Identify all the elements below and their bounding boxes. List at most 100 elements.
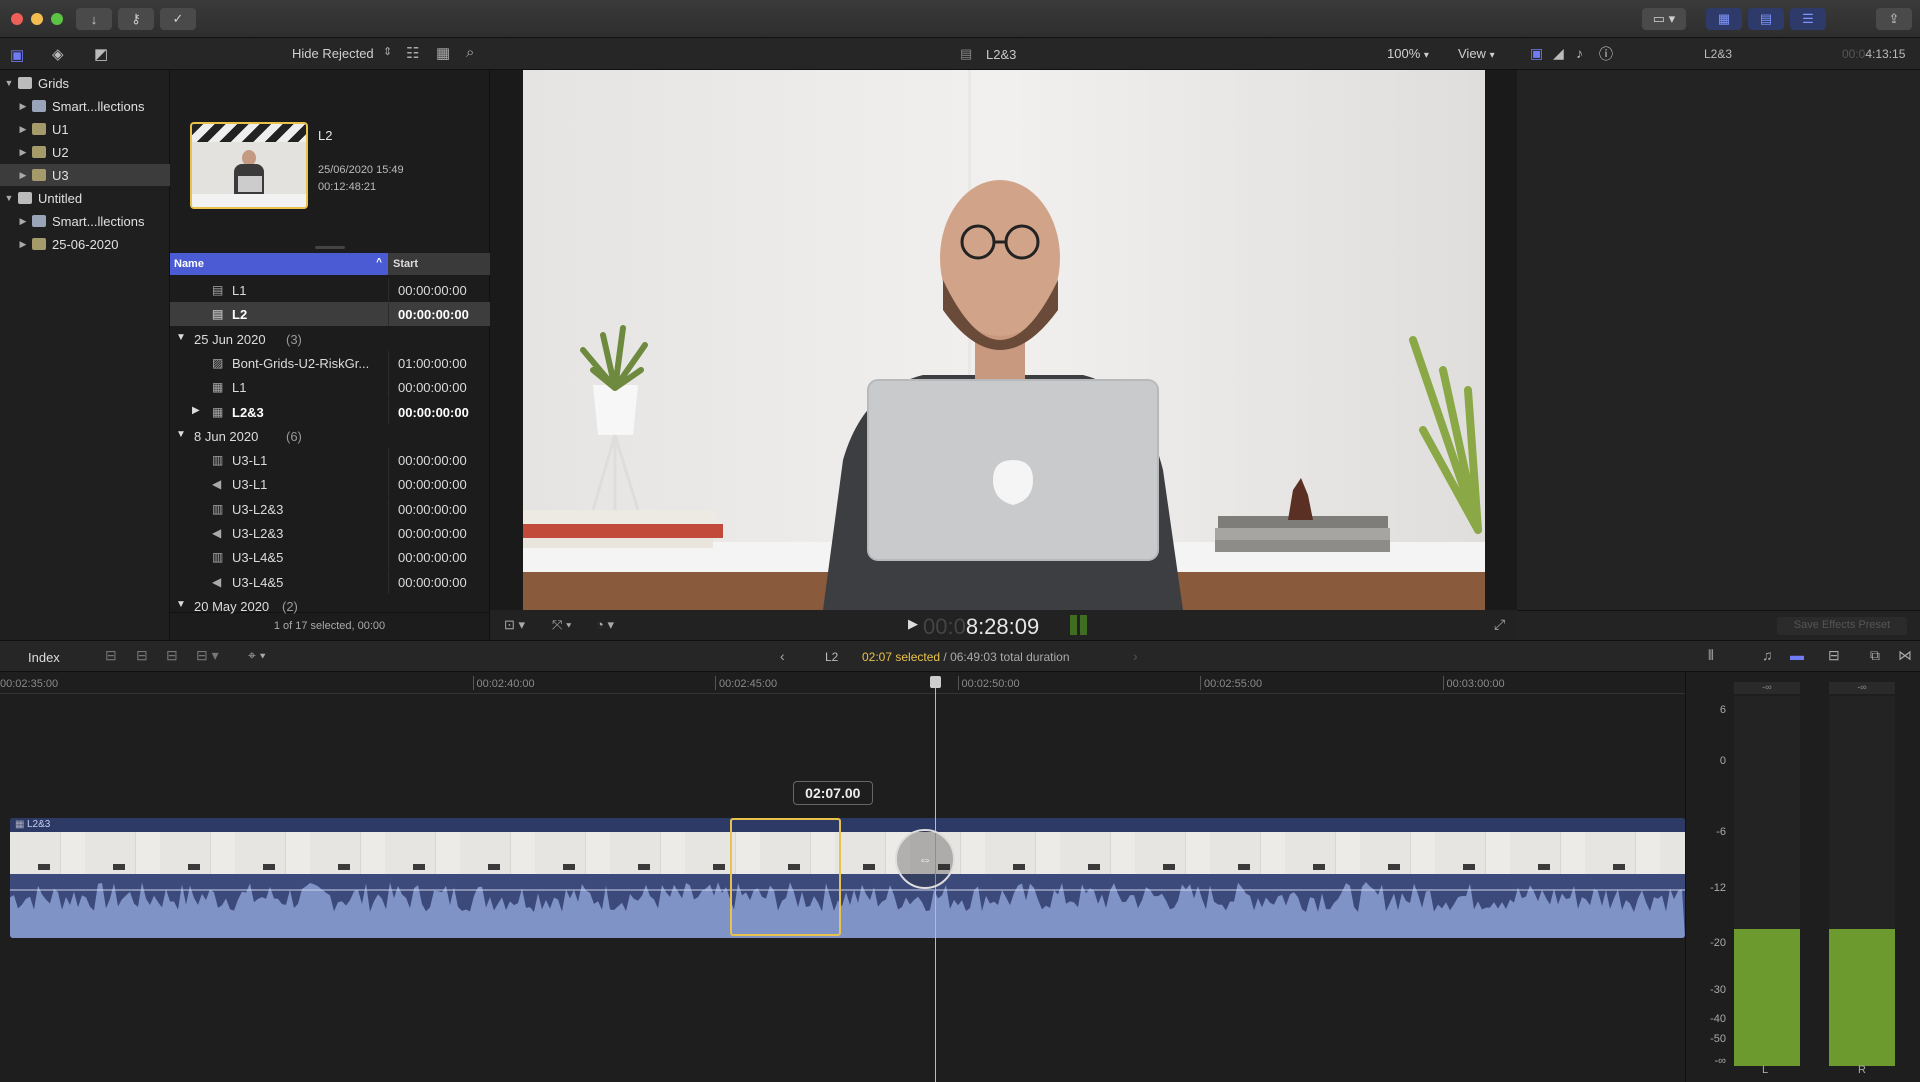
display-options-button[interactable]: ▭ ▾ [1642, 8, 1686, 30]
disclosure-triangle-icon[interactable]: ▶ [16, 239, 30, 250]
disclosure-triangle-icon[interactable]: ▼ [176, 599, 186, 610]
multicam-icon: ▦ [15, 819, 25, 830]
back-arrow-icon[interactable]: ‹ [780, 648, 785, 664]
audio-meter-mini-right [1080, 615, 1087, 635]
clapperboard-stripe [192, 124, 306, 142]
disclosure-triangle-icon[interactable]: ▼ [176, 332, 186, 343]
library-item[interactable]: ▼ Grids [0, 72, 170, 94]
browser-layout-button[interactable]: ▦ [1706, 8, 1742, 30]
audio-skimming-icon[interactable]: ♫ [1762, 647, 1773, 663]
disclosure-triangle-icon[interactable]: ▶ [16, 216, 30, 227]
keywords-button[interactable]: ⚷ [118, 8, 154, 30]
select-tool-icon[interactable]: ⌖ ▾ [248, 647, 266, 664]
library-item[interactable]: ▶ Smart...llections [0, 95, 170, 117]
table-row[interactable]: ◀ U3-L1 00:00:00:00 [170, 472, 490, 497]
libraries-icon[interactable]: ▣ [10, 46, 24, 64]
minimize-window-button[interactable] [31, 13, 43, 25]
clip-appearance-timeline-icon[interactable]: ⧉ [1870, 647, 1880, 664]
play-button[interactable]: ▶ [908, 616, 918, 632]
date-group-row[interactable]: ▼ 8 Jun 2020 (6) [170, 424, 490, 448]
clip-name: U3-L2&3 [232, 501, 284, 517]
viewer-title: L2&3 [986, 47, 1017, 62]
table-row[interactable]: ▥ U3-L4&5 00:00:00:00 [170, 545, 490, 570]
overwrite-clip-icon[interactable]: ⊟ ▾ [196, 647, 219, 664]
date-group-row[interactable]: ▼ 25 Jun 2020 (3) [170, 327, 490, 351]
event-star-icon [32, 146, 46, 158]
solo-icon[interactable]: ▬ [1790, 647, 1804, 663]
info-icon[interactable]: ⓘ [1599, 44, 1613, 64]
start-column-header[interactable]: Start [389, 253, 490, 275]
snapping-icon[interactable]: ⊟ [1828, 647, 1840, 664]
table-row[interactable]: ▶ ▦ L2&3 00:00:00:00 [170, 399, 490, 424]
disclosure-triangle-icon[interactable]: ▼ [176, 429, 186, 440]
table-row[interactable]: ▦ L1 00:00:00:00 [170, 375, 490, 400]
table-row[interactable]: ◀ U3-L2&3 00:00:00:00 [170, 521, 490, 545]
timeline-layout-icon: ▤ [1759, 11, 1773, 26]
titles-icon[interactable]: ◩ [94, 45, 108, 63]
timeline-layout-button[interactable]: ▤ [1748, 8, 1784, 30]
fullscreen-icon[interactable]: ⤢ [1494, 616, 1505, 633]
library-item[interactable]: ▶ U3 [0, 164, 170, 186]
filmstrip-icon[interactable]: ▦ [436, 44, 450, 62]
search-icon[interactable]: ⌕ [466, 44, 474, 61]
index-button[interactable]: Index [28, 650, 60, 665]
view-dropdown[interactable]: View ▾ [1458, 46, 1495, 61]
table-row[interactable]: ▤ L2 00:00:00:00 [170, 302, 490, 327]
skimming-icon[interactable]: ⫴ [1708, 647, 1714, 664]
clip-name: L1 [232, 283, 247, 298]
library-item[interactable]: ▶ U2 [0, 141, 170, 163]
clip-thumbnail[interactable] [190, 122, 308, 209]
audio-inspector-icon[interactable]: ♪ [1576, 45, 1583, 61]
disclosure-triangle-icon[interactable]: ▶ [192, 405, 200, 416]
retime-button[interactable]: ◔ ▾ [596, 617, 614, 633]
date-group-row[interactable]: ▼ 20 May 2020 (2) [170, 594, 490, 618]
save-effects-preset-button[interactable]: Save Effects Preset [1777, 617, 1907, 635]
range-selection[interactable] [730, 818, 841, 936]
photos-icon[interactable]: ◈ [52, 45, 64, 63]
library-item[interactable]: ▶ 25-06-2020 [0, 233, 170, 255]
effects-browser-icon[interactable]: ⋈ [1898, 647, 1912, 664]
library-item[interactable]: ▶ U1 [0, 118, 170, 140]
disclosure-triangle-icon[interactable]: ▶ [16, 170, 30, 181]
clip-appearance-icon[interactable]: ☷ [406, 44, 419, 62]
table-row[interactable]: ▨ Bont-Grids-U2-RiskGr... 01:00:00:00 [170, 350, 490, 375]
disclosure-triangle-icon[interactable]: ▶ [16, 101, 30, 112]
playhead-handle[interactable] [929, 676, 941, 688]
timeline-clip[interactable]: ▦ L2&3 [10, 818, 1685, 938]
clip-start: 00:00:00:00 [398, 574, 467, 590]
meter-scale-label: -20 [1710, 937, 1726, 949]
zoom-window-button[interactable] [51, 13, 63, 25]
table-row[interactable]: ▤ L1 00:00:00:00 [170, 278, 490, 302]
library-item[interactable]: ▶ Smart...llections [0, 210, 170, 232]
ruler-tick [1442, 676, 1444, 690]
transform-button[interactable]: ⤧ ▾ [552, 617, 571, 633]
disclosure-triangle-icon[interactable]: ▼ [2, 78, 16, 88]
name-column-header[interactable]: Name ^ [170, 253, 388, 275]
table-row[interactable]: ▥ U3-L1 00:00:00:00 [170, 448, 490, 473]
video-inspector-icon[interactable]: ▣ [1530, 45, 1543, 62]
viewer-options-button[interactable]: ⊡ ▾ [504, 617, 525, 633]
import-button[interactable]: ↓ [76, 8, 112, 30]
library-item-label: U1 [52, 121, 69, 137]
inspector-layout-button[interactable]: ☰ [1790, 8, 1826, 30]
disclosure-triangle-icon[interactable]: ▶ [16, 147, 30, 158]
disclosure-triangle-icon[interactable]: ▶ [16, 124, 30, 135]
table-row[interactable]: ▥ U3-L2&3 00:00:00:00 [170, 496, 490, 521]
event-star-icon [32, 238, 46, 250]
library-item[interactable]: ▼ Untitled [0, 187, 170, 209]
forward-arrow-icon[interactable]: › [1133, 648, 1138, 664]
splitter-handle[interactable] [315, 246, 345, 249]
insert-clip-icon[interactable]: ⊟ [136, 647, 148, 664]
hide-rejected-filter[interactable]: Hide Rejected [292, 46, 374, 61]
zoom-dropdown[interactable]: 100% ▾ [1387, 46, 1429, 61]
share-button[interactable]: ⇪ [1876, 8, 1912, 30]
timeline-ruler[interactable] [0, 672, 1685, 694]
table-row[interactable]: ◀ U3-L4&5 00:00:00:00 [170, 569, 490, 594]
color-inspector-icon[interactable]: ◢ [1553, 45, 1564, 62]
background-tasks-button[interactable]: ✓ [160, 8, 196, 30]
connect-clip-icon[interactable]: ⊟ [105, 647, 117, 664]
disclosure-triangle-icon[interactable]: ▼ [2, 193, 16, 203]
audio-icon: ◀ [212, 526, 222, 540]
close-window-button[interactable] [11, 13, 23, 25]
append-clip-icon[interactable]: ⊟ [166, 647, 178, 664]
